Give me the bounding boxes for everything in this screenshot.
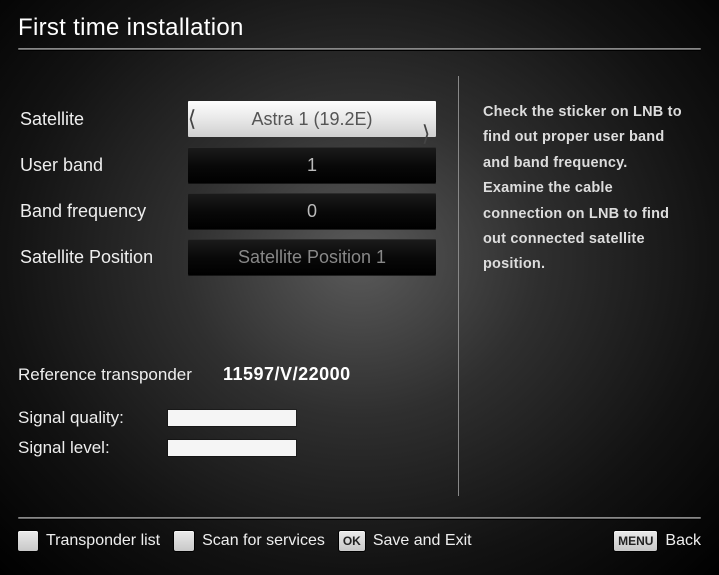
installation-window: First time installation Satellite ⟨ Astr… [0, 0, 719, 575]
selector-satellite-position[interactable]: Satellite Position 1 [188, 239, 436, 275]
row-band-frequency: Band frequency 0 [18, 188, 438, 234]
settings-panel: Satellite ⟨ Astra 1 (19.2E) ⟩ User band … [18, 70, 458, 500]
row-signal-quality: Signal quality: [18, 403, 438, 433]
row-reference-transponder: Reference transponder 11597/V/22000 [18, 364, 438, 385]
bar-signal-level [168, 440, 296, 456]
footer-transponder-list[interactable]: Transponder list [18, 531, 160, 551]
color-key-icon [174, 531, 194, 551]
color-key-icon [18, 531, 38, 551]
value-band-frequency: 0 [307, 201, 317, 222]
ok-key-icon: OK [339, 531, 365, 551]
footer-save-exit-label: Save and Exit [373, 532, 472, 550]
footer: Transponder list Scan for services OK Sa… [0, 517, 719, 575]
label-reference-transponder: Reference transponder [18, 365, 223, 385]
page-title: First time installation [18, 14, 701, 42]
footer-items: Transponder list Scan for services OK Sa… [18, 531, 701, 551]
row-user-band: User band 1 [18, 142, 438, 188]
selector-band-frequency[interactable]: 0 [188, 193, 436, 229]
row-satellite: Satellite ⟨ Astra 1 (19.2E) ⟩ [18, 96, 438, 142]
status-panel: Reference transponder 11597/V/22000 Sign… [18, 280, 438, 463]
settings-list: Satellite ⟨ Astra 1 (19.2E) ⟩ User band … [18, 70, 438, 280]
title-divider [18, 48, 701, 50]
selector-user-band[interactable]: 1 [188, 147, 436, 183]
label-band-frequency: Band frequency [18, 201, 188, 222]
bar-signal-quality [168, 410, 296, 426]
footer-save-exit[interactable]: OK Save and Exit [339, 531, 472, 551]
footer-back[interactable]: MENU Back [614, 531, 701, 551]
footer-scan[interactable]: Scan for services [174, 531, 325, 551]
footer-transponder-list-label: Transponder list [46, 532, 160, 550]
footer-back-label: Back [665, 532, 701, 550]
footer-scan-label: Scan for services [202, 532, 325, 550]
row-signal-level: Signal level: [18, 433, 438, 463]
content-area: Satellite ⟨ Astra 1 (19.2E) ⟩ User band … [0, 60, 719, 500]
value-reference-transponder: 11597/V/22000 [223, 364, 351, 385]
value-satellite: Astra 1 (19.2E) [251, 109, 372, 130]
help-panel: Check the sticker on LNB to find out pro… [459, 70, 701, 500]
titlebar: First time installation [0, 0, 719, 60]
help-text: Check the sticker on LNB to find out pro… [483, 100, 691, 278]
value-satellite-position: Satellite Position 1 [238, 247, 386, 268]
label-signal-level: Signal level: [18, 438, 168, 458]
menu-key-icon: MENU [614, 531, 657, 551]
footer-divider [18, 517, 701, 519]
chevron-left-icon[interactable]: ⟨ [188, 101, 216, 137]
label-satellite-position: Satellite Position [18, 247, 188, 268]
label-user-band: User band [18, 155, 188, 176]
label-signal-quality: Signal quality: [18, 408, 168, 428]
selector-satellite[interactable]: ⟨ Astra 1 (19.2E) ⟩ [188, 101, 436, 137]
value-user-band: 1 [307, 155, 317, 176]
row-satellite-position: Satellite Position Satellite Position 1 [18, 234, 438, 280]
label-satellite: Satellite [18, 109, 188, 130]
chevron-right-icon[interactable]: ⟩ [402, 101, 436, 137]
